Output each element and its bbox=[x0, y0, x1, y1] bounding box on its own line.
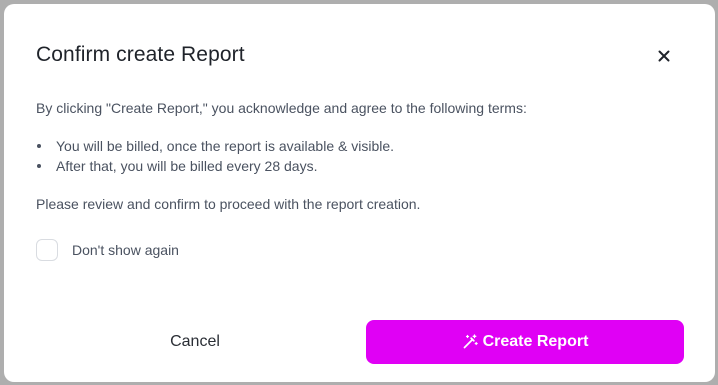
dont-show-again-label[interactable]: Don't show again bbox=[72, 242, 179, 258]
close-icon bbox=[655, 47, 673, 65]
confirm-create-report-dialog: Confirm create Report By clicking "Creat… bbox=[4, 4, 715, 382]
term-text: After that, you will be billed every 28 … bbox=[56, 158, 318, 174]
close-button[interactable] bbox=[655, 47, 673, 65]
terms-list-item: After that, you will be billed every 28 … bbox=[36, 156, 394, 176]
magic-wand-icon bbox=[462, 334, 478, 350]
cancel-button[interactable]: Cancel bbox=[120, 320, 270, 364]
dont-show-again-checkbox[interactable] bbox=[36, 239, 58, 261]
term-text: You will be billed, once the report is a… bbox=[56, 138, 395, 154]
terms-intro-text: By clicking "Create Report," you acknowl… bbox=[36, 100, 527, 116]
terms-list: You will be billed, once the report is a… bbox=[36, 136, 394, 176]
terms-list-item: You will be billed, once the report is a… bbox=[36, 136, 394, 156]
create-report-button[interactable]: Create Report bbox=[366, 320, 684, 364]
bullet-dot bbox=[37, 144, 41, 148]
dialog-title: Confirm create Report bbox=[36, 43, 245, 66]
create-report-label: Create Report bbox=[482, 333, 589, 350]
bullet-dot bbox=[37, 164, 41, 168]
review-note-text: Please review and confirm to proceed wit… bbox=[36, 196, 421, 212]
dont-show-again-option[interactable]: Don't show again bbox=[36, 238, 179, 262]
